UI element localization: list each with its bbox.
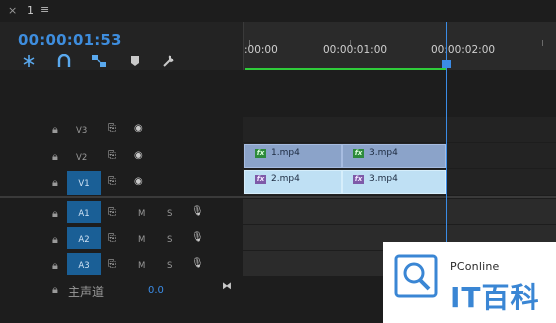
sync-lock-icon[interactable]: ⎘ [108, 150, 116, 161]
track-label-v3: V3 [76, 126, 88, 136]
eye-icon[interactable]: ◉ [134, 176, 143, 187]
sync-lock-icon[interactable]: ⎘ [108, 207, 116, 218]
ruler-label: 00:00:01:00 [323, 44, 388, 56]
transition-icon[interactable]: ⧓ [222, 281, 232, 292]
microphone-icon[interactable]: 🎙︎ [191, 232, 204, 243]
clip-name: 1.mp4 [271, 148, 300, 158]
close-icon[interactable]: × [8, 4, 17, 17]
master-track-label: 主声道 [68, 285, 105, 299]
solo-button[interactable]: S [167, 209, 172, 219]
clip-v1-2[interactable]: fx 3.mp4 [342, 170, 446, 194]
clip-v2-2[interactable]: fx 3.mp4 [342, 144, 446, 168]
title-bar [0, 0, 556, 22]
mute-button[interactable]: M [138, 261, 145, 271]
playhead-handle[interactable] [442, 60, 451, 68]
time-ruler[interactable] [243, 22, 556, 70]
sync-lock-icon[interactable]: ⎘ [108, 259, 116, 270]
microphone-icon[interactable]: 🎙︎ [191, 206, 204, 217]
lock-icon[interactable]: 🔒︎ [52, 176, 58, 190]
clip-v2-1[interactable]: fx 1.mp4 [244, 144, 342, 168]
panel-menu-icon[interactable]: ≡ [40, 3, 49, 16]
master-volume-value[interactable]: 0.0 [148, 285, 164, 296]
track-label-v1: V1 [78, 179, 90, 189]
solo-button[interactable]: S [167, 261, 172, 271]
clip-name: 3.mp4 [369, 148, 398, 158]
sync-lock-icon[interactable]: ⎘ [108, 233, 116, 244]
track-label-a3: A3 [78, 261, 90, 271]
fx-badge: fx [255, 175, 266, 184]
watermark-brand: PConline [450, 260, 500, 273]
search-logo-icon [394, 254, 438, 298]
clip-name: 2.mp4 [271, 174, 300, 184]
eye-icon[interactable]: ◉ [134, 123, 143, 134]
track-label-a1: A1 [78, 209, 90, 219]
lock-icon[interactable]: 🔒︎ [52, 259, 58, 273]
watermark-title: IT百科 [450, 281, 540, 314]
lock-icon[interactable]: 🔒︎ [52, 233, 58, 247]
lock-icon[interactable]: 🔒︎ [52, 150, 58, 164]
clip-v1-1[interactable]: fx 2.mp4 [244, 170, 342, 194]
fx-badge: fx [353, 149, 364, 158]
mute-button[interactable]: M [138, 235, 145, 245]
lock-icon[interactable]: 🔒︎ [52, 123, 58, 137]
clip-name: 3.mp4 [369, 174, 398, 184]
fx-badge: fx [353, 175, 364, 184]
mute-button[interactable]: M [138, 209, 145, 219]
track-lane-v3[interactable] [243, 117, 556, 142]
magnet-icon[interactable] [56, 53, 72, 68]
track-label-v2: V2 [76, 153, 88, 163]
solo-button[interactable]: S [167, 235, 172, 245]
wrench-icon[interactable] [161, 54, 177, 68]
ruler-label: 00:00:02:00 [431, 44, 496, 56]
lock-icon[interactable]: 🔒︎ [52, 283, 58, 297]
playhead-timecode[interactable]: 00:00:01:53 [18, 31, 122, 49]
lock-icon[interactable]: 🔒︎ [52, 207, 58, 221]
track-lane-a1[interactable] [243, 199, 556, 224]
eye-icon[interactable]: ◉ [134, 150, 143, 161]
ruler-tick [542, 40, 543, 46]
microphone-icon[interactable]: 🎙︎ [191, 258, 204, 269]
track-headers [0, 70, 243, 302]
sync-lock-icon[interactable]: ⎘ [108, 123, 116, 134]
sequence-tab-label[interactable]: 1 [27, 4, 34, 17]
snap-icon[interactable] [21, 54, 37, 68]
track-label-a2: A2 [78, 235, 90, 245]
sync-lock-icon[interactable]: ⎘ [108, 176, 116, 187]
fx-badge: fx [255, 149, 266, 158]
ruler-label: :00:00 [244, 44, 278, 56]
linked-selection-icon[interactable] [91, 54, 107, 68]
marker-icon[interactable] [127, 54, 143, 68]
video-audio-divider[interactable] [0, 196, 556, 198]
